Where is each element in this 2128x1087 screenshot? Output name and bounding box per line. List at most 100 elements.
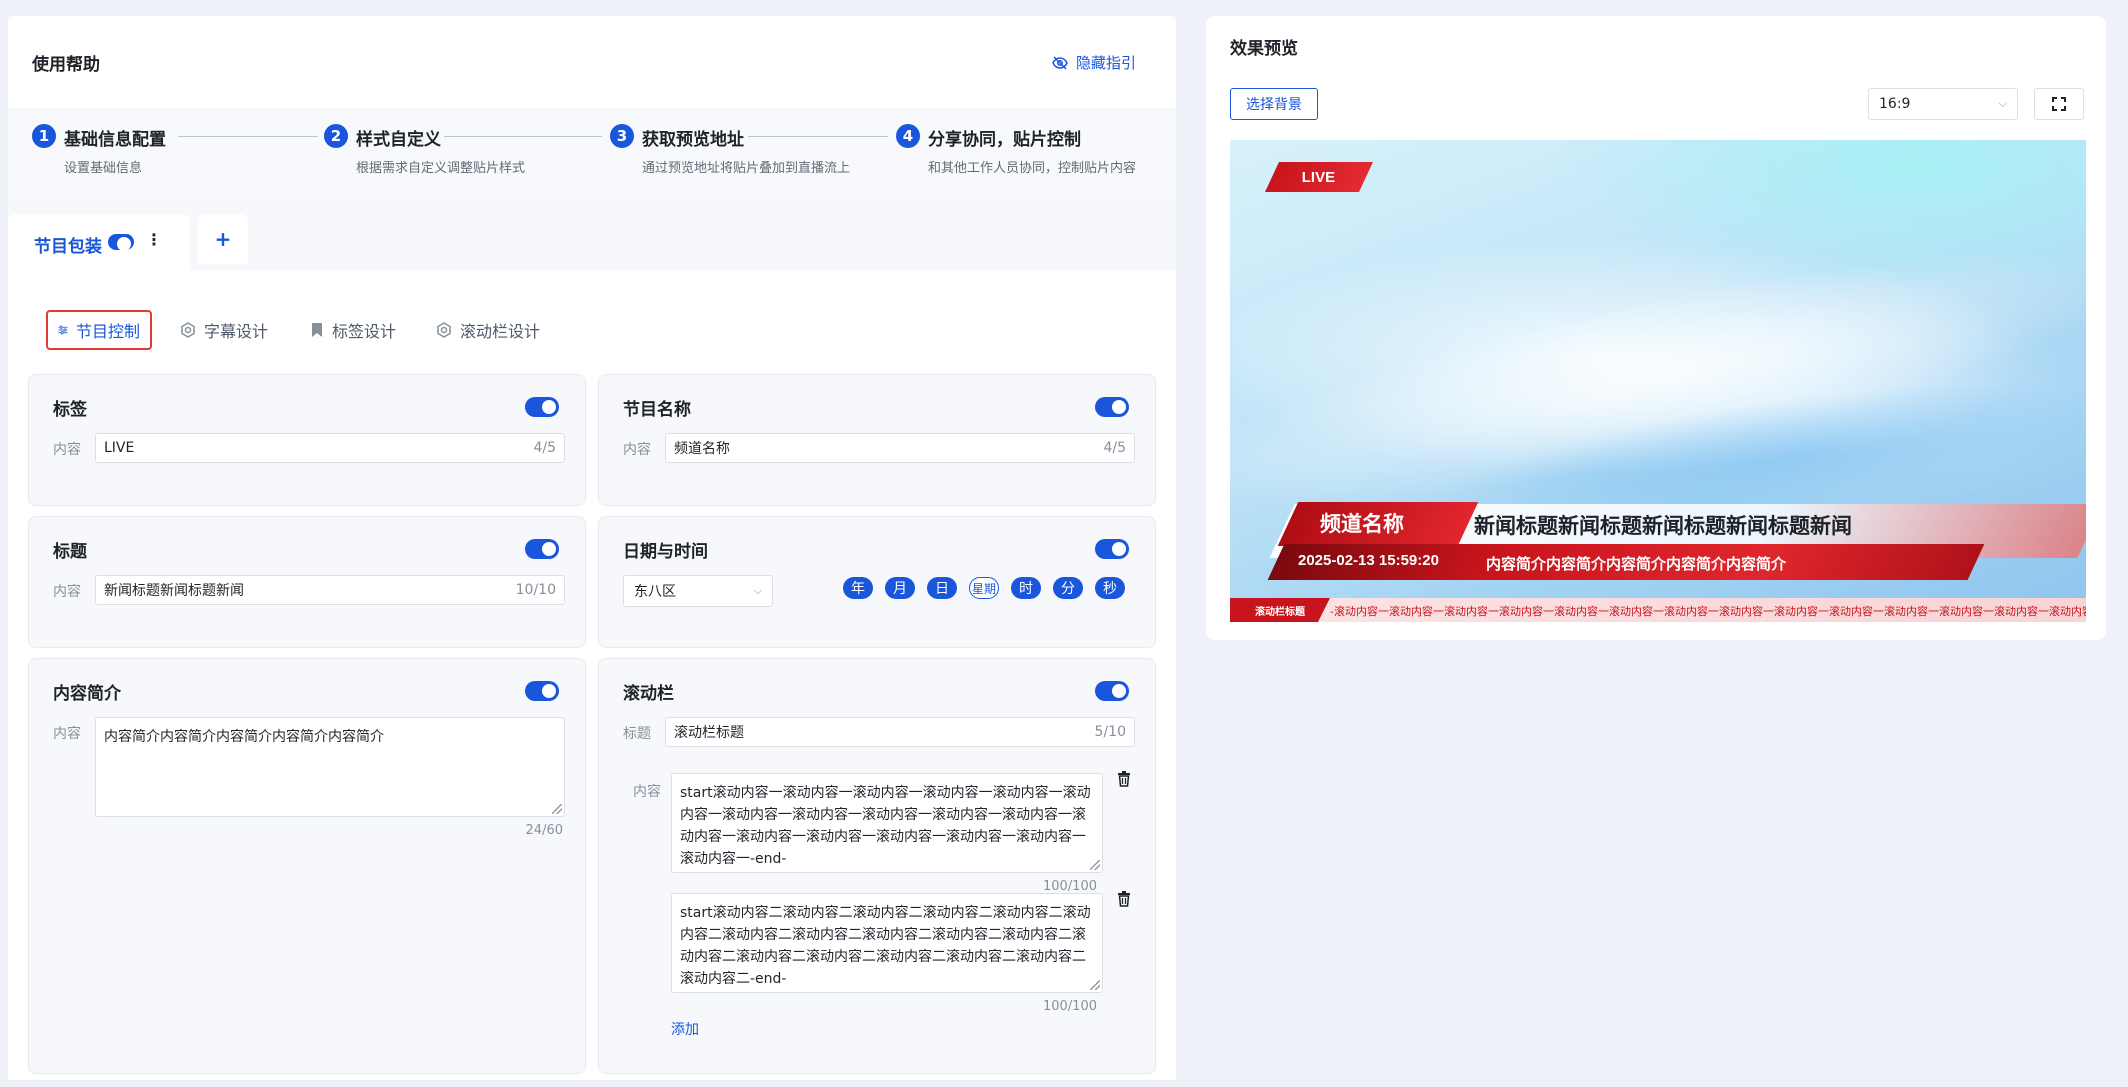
intro-textarea[interactable]: 内容简介内容简介内容简介内容简介内容简介 [95,717,565,817]
sliders-icon [58,325,68,335]
trash-icon[interactable] [1117,891,1131,911]
step-number: 2 [324,124,348,148]
subtab-caption-design[interactable]: 字幕设计 [180,310,268,350]
intro-panel: 内容简介 内容 内容简介内容简介内容简介内容简介内容简介 24/60 [28,658,586,1074]
step-desc: 根据需求自定义调整贴片样式 [356,161,526,176]
headline-input[interactable]: 新闻标题新闻标题新闻 10/10 [95,575,565,605]
ticker-content-textarea-2[interactable]: start滚动内容二滚动内容二滚动内容二滚动内容二滚动内容二滚动内容二滚动内容二… [671,893,1103,993]
subtab-label: 标签设计 [332,322,397,341]
program-name-input[interactable]: 频道名称 4/5 [665,433,1135,463]
field-label: 标题 [623,726,651,742]
preview-title: 效果预览 [1230,39,1298,59]
preview-panel: 效果预览 选择背景 16:9 ⌵ LIVE 频道名称 新闻标题新闻标题新闻标题新… [1206,16,2106,640]
textarea-value: start滚动内容一滚动内容一滚动内容一滚动内容一滚动内容一滚动内容一滚动内容一… [680,785,1091,867]
gear-icon [437,322,451,338]
steps-guide: 1 基础信息配置 设置基础信息 2 样式自定义 根据需求自定义调整贴片样式 3 … [8,108,1176,194]
panel-title: 滚动栏 [623,684,674,704]
field-value: 新闻标题新闻标题新闻 [104,583,244,599]
unit-month-pill[interactable]: 月 [885,577,915,599]
datetime-text: 2025-02-13 15:59:20 [1298,552,1439,569]
step-connector [748,136,888,137]
live-tag-text: LIVE [1302,168,1336,186]
tag-input[interactable]: LIVE 4/5 [95,433,565,463]
headline-toggle[interactable] [525,539,559,559]
step-desc: 和其他工作人员协同，控制贴片内容 [928,161,1137,176]
gear-icon [181,322,195,338]
char-count: 4/5 [1103,440,1126,456]
program-control-card: 节目控制 字幕设计 标签设计 滚动栏设计 标签 内容 LIVE 4/5 节目名称… [8,270,1176,1080]
add-tab-button[interactable]: + [198,214,248,264]
help-card: 使用帮助 隐藏指引 1 基础信息配置 设置基础信息 2 样式自定义 根据需求自定… [8,16,1176,194]
panel-title: 日期与时间 [623,542,708,562]
char-count: 5/10 [1094,724,1126,740]
headline-panel: 标题 内容 新闻标题新闻标题新闻 10/10 [28,516,586,648]
subtab-label: 滚动栏设计 [460,322,541,341]
panel-title: 节目名称 [623,400,691,420]
timezone-select[interactable]: 东八区 ⌵ [623,575,773,607]
char-count: 100/100 [1042,999,1097,1014]
program-name-toggle[interactable] [1095,397,1129,417]
ticker-text: -滚动内容一滚动内容一滚动内容一滚动内容一滚动内容一滚动内容一滚动内容一滚动内容… [1330,605,2086,618]
char-count: 100/100 [1042,879,1097,894]
add-ticker-item-link[interactable]: 添加 [671,1019,699,1039]
trash-icon[interactable] [1117,771,1131,791]
unit-year-pill[interactable]: 年 [843,577,873,599]
select-value: 东八区 [634,584,676,600]
subtab-ticker-design[interactable]: 滚动栏设计 [436,310,540,350]
fullscreen-button[interactable] [2034,88,2084,120]
ticker-title: 滚动栏标题 [1230,598,1330,622]
field-value: 频道名称 [674,441,730,457]
resize-handle[interactable] [1090,860,1100,870]
field-label: 内容 [623,442,651,458]
subtab-program-control[interactable]: 节目控制 [46,310,152,350]
fullscreen-icon [2052,97,2066,111]
unit-weekday-pill[interactable]: 星期 [969,577,999,599]
tab-program-package[interactable]: 节目包装 ⋮ [8,214,190,270]
chevron-down-icon: ⌵ [753,584,762,597]
resize-handle[interactable] [552,804,562,814]
headline-text: 新闻标题新闻标题新闻标题新闻标题新闻 [1474,514,1852,538]
textarea-value: start滚动内容二滚动内容二滚动内容二滚动内容二滚动内容二滚动内容二滚动内容二… [680,905,1091,987]
char-count: 4/5 [533,440,556,456]
hide-guide-link[interactable]: 隐藏指引 [1052,52,1136,73]
subtab-tag-design[interactable]: 标签设计 [310,310,396,350]
subtab-label: 节目控制 [75,322,140,341]
intro-text: 内容简介内容简介内容简介内容简介内容简介 [1486,555,1787,573]
unit-day-pill[interactable]: 日 [927,577,957,599]
live-tag: LIVE [1265,162,1373,192]
step-desc: 设置基础信息 [64,161,143,176]
ticker-toggle[interactable] [1095,681,1129,701]
intro-toggle[interactable] [525,681,559,701]
resize-handle[interactable] [1090,980,1100,990]
step-connector [444,136,602,137]
ticker-content-textarea-1[interactable]: start滚动内容一滚动内容一滚动内容一滚动内容一滚动内容一滚动内容一滚动内容一… [671,773,1103,873]
aspect-ratio-select[interactable]: 16:9 ⌵ [1868,88,2018,120]
more-icon[interactable]: ⋮ [146,230,162,249]
panel-title: 标题 [53,542,87,562]
choose-background-button[interactable]: 选择背景 [1230,88,1318,120]
ticker-bar: 滚动栏标题 -滚动内容一滚动内容一滚动内容一滚动内容一滚动内容一滚动内容一滚动内… [1230,598,2086,622]
field-label: 内容 [53,584,81,600]
field-label: 内容 [53,726,81,742]
step-title: 获取预览地址 [642,130,744,150]
tag-toggle[interactable] [525,397,559,417]
step-title: 分享协同，贴片控制 [928,130,1081,150]
help-title: 使用帮助 [32,55,100,75]
step-title: 样式自定义 [356,130,441,150]
program-name-panel: 节目名称 内容 频道名称 4/5 [598,374,1156,506]
unit-second-pill[interactable]: 秒 [1095,577,1125,599]
datetime-toggle[interactable] [1095,539,1129,559]
field-label: 内容 [53,442,81,458]
field-label: 内容 [633,784,661,800]
eye-off-icon [1052,55,1068,70]
field-value: LIVE [104,440,135,456]
tab-toggle[interactable] [108,234,134,251]
panel-title: 内容简介 [53,684,121,704]
tab-label: 节目包装 [34,237,102,257]
ticker-title-input[interactable]: 滚动栏标题 5/10 [665,717,1135,747]
textarea-value: 内容简介内容简介内容简介内容简介内容简介 [104,729,384,745]
select-value: 16:9 [1879,96,1911,112]
ticker-panel: 滚动栏 标题 滚动栏标题 5/10 内容 start滚动内容一滚动内容一滚动内容… [598,658,1156,1074]
unit-hour-pill[interactable]: 时 [1011,577,1041,599]
unit-minute-pill[interactable]: 分 [1053,577,1083,599]
